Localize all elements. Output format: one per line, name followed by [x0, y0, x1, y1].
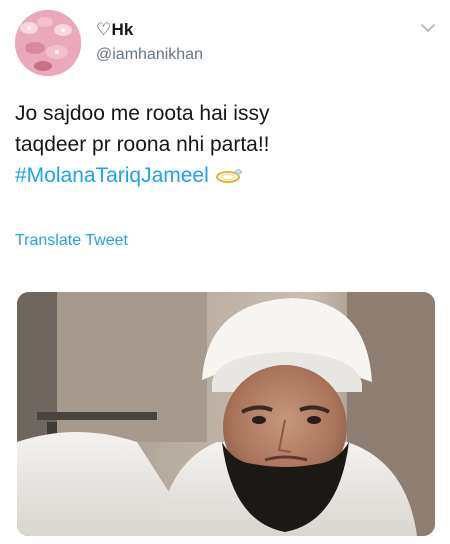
translate-tweet-link[interactable]: Translate Tweet: [15, 232, 128, 250]
tweet-media-image[interactable]: [17, 292, 435, 536]
hashtag-link[interactable]: #MolanaTariqJameel: [15, 164, 209, 187]
tweet-text: Jo sajdoo me roota hai issy taqdeer pr r…: [15, 98, 435, 191]
avatar-image: [15, 10, 81, 76]
user-handle[interactable]: @iamhanikhan: [96, 46, 203, 64]
hashtag-line: #MolanaTariqJameel: [15, 160, 435, 191]
display-name[interactable]: ♡Hk: [96, 20, 134, 40]
tweet-text-line: Jo sajdoo me roota hai issy: [15, 102, 270, 125]
photo-of-man-in-white-cap: [17, 292, 435, 536]
ring-icon: [215, 168, 243, 184]
tweet-card: ♡Hk @iamhanikhan Jo sajdoo me roota hai …: [0, 0, 450, 544]
avatar[interactable]: [15, 10, 81, 76]
tweet-text-line: taqdeer pr roona nhi parta!!: [15, 133, 270, 156]
chevron-down-icon[interactable]: [420, 22, 436, 34]
